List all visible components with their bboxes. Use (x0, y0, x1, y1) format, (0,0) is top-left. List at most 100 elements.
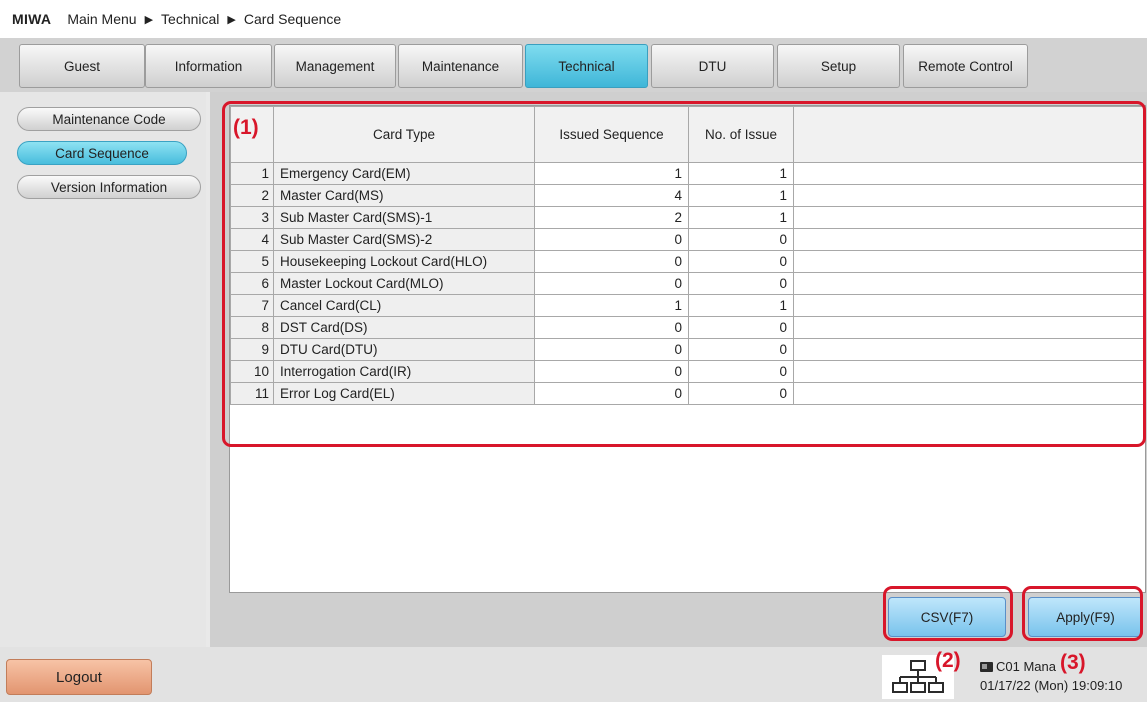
row-card-type: Master Card(MS) (273, 184, 535, 207)
row-no-of-issue: 1 (688, 162, 794, 185)
table-body: 1 Emergency Card(EM) 1 1 2 Master Card(MS) 4 1 3… (230, 162, 1145, 405)
row-issued-sequence[interactable]: 0 (534, 338, 689, 361)
table-row[interactable]: 6 Master Lockout Card(MLO) 0 0 (230, 272, 1145, 295)
datetime-display: 01/17/22 (Mon) 19:09:10 (980, 678, 1123, 693)
breadcrumb-card-sequence: Card Sequence (243, 11, 342, 27)
row-number: 9 (230, 338, 274, 361)
row-no-of-issue: 1 (688, 206, 794, 229)
row-no-of-issue: 1 (688, 294, 794, 317)
row-card-type: Sub Master Card(SMS)-1 (273, 206, 535, 229)
tab-maintenance[interactable]: Maintenance (398, 44, 523, 88)
apply-button[interactable]: Apply(F9) (1028, 597, 1143, 637)
table-row[interactable]: 9 DTU Card(DTU) 0 0 (230, 338, 1145, 361)
breadcrumb-separator-icon: ▶ (144, 13, 154, 26)
table-header-row: Card Type Issued Sequence No. of Issue (230, 106, 1145, 163)
row-number: 10 (230, 360, 274, 383)
network-icon[interactable] (882, 655, 954, 699)
breadcrumb-separator-icon: ▶ (227, 13, 236, 26)
tab-guest[interactable]: Guest (19, 44, 145, 88)
sidebar-item-maintenance-code[interactable]: Maintenance Code (17, 107, 201, 131)
footer-bar: Logout C01 Mana 01/17/22 (Mon) 19:09:10 (0, 647, 1147, 702)
tab-setup[interactable]: Setup (777, 44, 900, 88)
row-issued-sequence[interactable]: 0 (534, 228, 689, 251)
table-row[interactable]: 7 Cancel Card(CL) 1 1 (230, 294, 1145, 317)
row-issued-sequence[interactable]: 0 (534, 382, 689, 405)
row-issued-sequence[interactable]: 0 (534, 272, 689, 295)
main-tab-bar: Guest Information Management Maintenance… (0, 38, 1147, 92)
table-row[interactable]: 3 Sub Master Card(SMS)-1 2 1 (230, 206, 1145, 229)
card-sequence-table-container[interactable]: Card Type Issued Sequence No. of Issue 1… (229, 105, 1146, 593)
logout-button[interactable]: Logout (6, 659, 152, 695)
row-number: 4 (230, 228, 274, 251)
row-issued-sequence[interactable]: 0 (534, 316, 689, 339)
table-row[interactable]: 4 Sub Master Card(SMS)-2 0 0 (230, 228, 1145, 251)
row-card-type: Master Lockout Card(MLO) (273, 272, 535, 295)
row-extra (793, 338, 1145, 361)
main-panel: Card Type Issued Sequence No. of Issue 1… (210, 92, 1147, 647)
row-card-type: Error Log Card(EL) (273, 382, 535, 405)
row-card-type: Interrogation Card(IR) (273, 360, 535, 383)
row-number: 7 (230, 294, 274, 317)
row-number: 5 (230, 250, 274, 273)
csv-button[interactable]: CSV(F7) (888, 597, 1006, 637)
row-issued-sequence[interactable]: 4 (534, 184, 689, 207)
column-header-no (230, 106, 274, 163)
row-extra (793, 294, 1145, 317)
sidebar-item-card-sequence[interactable]: Card Sequence (17, 141, 187, 165)
row-issued-sequence[interactable]: 1 (534, 162, 689, 185)
column-header-issued-sequence: Issued Sequence (534, 106, 689, 163)
row-card-type: DST Card(DS) (273, 316, 535, 339)
row-number: 11 (230, 382, 274, 405)
card-sequence-table: Card Type Issued Sequence No. of Issue 1… (230, 106, 1145, 405)
row-number: 8 (230, 316, 274, 339)
row-no-of-issue: 0 (688, 228, 794, 251)
terminal-status: C01 Mana 01/17/22 (Mon) 19:09:10 (980, 657, 1122, 695)
row-extra (793, 184, 1145, 207)
table-row[interactable]: 5 Housekeeping Lockout Card(HLO) 0 0 (230, 250, 1145, 273)
row-number: 6 (230, 272, 274, 295)
row-card-type: Emergency Card(EM) (273, 162, 535, 185)
row-number: 1 (230, 162, 274, 185)
network-diagram-icon (892, 660, 944, 693)
row-issued-sequence[interactable]: 2 (534, 206, 689, 229)
row-no-of-issue: 0 (688, 272, 794, 295)
row-extra (793, 272, 1145, 295)
row-card-type: Housekeeping Lockout Card(HLO) (273, 250, 535, 273)
row-no-of-issue: 0 (688, 338, 794, 361)
breadcrumb-main-menu[interactable]: Main Menu (67, 11, 136, 27)
sidebar-item-version-information[interactable]: Version Information (17, 175, 201, 199)
row-issued-sequence[interactable]: 1 (534, 294, 689, 317)
column-header-extra (793, 106, 1145, 163)
brand-logo: MIWA (12, 11, 52, 27)
tab-technical[interactable]: Technical (525, 44, 648, 88)
table-row[interactable]: 1 Emergency Card(EM) 1 1 (230, 162, 1145, 185)
row-extra (793, 228, 1145, 251)
row-no-of-issue: 0 (688, 250, 794, 273)
row-extra (793, 382, 1145, 405)
row-extra (793, 360, 1145, 383)
tab-remote-control[interactable]: Remote Control (903, 44, 1028, 88)
column-header-no-of-issue: No. of Issue (688, 106, 794, 163)
pc-icon (980, 661, 993, 672)
tab-dtu[interactable]: DTU (651, 44, 774, 88)
table-row[interactable]: 2 Master Card(MS) 4 1 (230, 184, 1145, 207)
row-issued-sequence[interactable]: 0 (534, 250, 689, 273)
row-no-of-issue: 0 (688, 316, 794, 339)
table-row[interactable]: 8 DST Card(DS) 0 0 (230, 316, 1145, 339)
breadcrumb-technical[interactable]: Technical (161, 11, 219, 27)
row-no-of-issue: 0 (688, 360, 794, 383)
table-row[interactable]: 11 Error Log Card(EL) 0 0 (230, 382, 1145, 405)
tab-management[interactable]: Management (274, 44, 396, 88)
app-window: MIWA Main Menu ▶ Technical ▶ Card Sequen… (0, 0, 1147, 702)
breadcrumb: MIWA Main Menu ▶ Technical ▶ Card Sequen… (0, 0, 1147, 38)
row-no-of-issue: 1 (688, 184, 794, 207)
row-card-type: Sub Master Card(SMS)-2 (273, 228, 535, 251)
tab-information[interactable]: Information (145, 44, 272, 88)
row-card-type: Cancel Card(CL) (273, 294, 535, 317)
table-row[interactable]: 10 Interrogation Card(IR) 0 0 (230, 360, 1145, 383)
row-issued-sequence[interactable]: 0 (534, 360, 689, 383)
row-card-type: DTU Card(DTU) (273, 338, 535, 361)
row-extra (793, 250, 1145, 273)
terminal-name: C01 Mana (996, 659, 1056, 674)
row-extra (793, 316, 1145, 339)
